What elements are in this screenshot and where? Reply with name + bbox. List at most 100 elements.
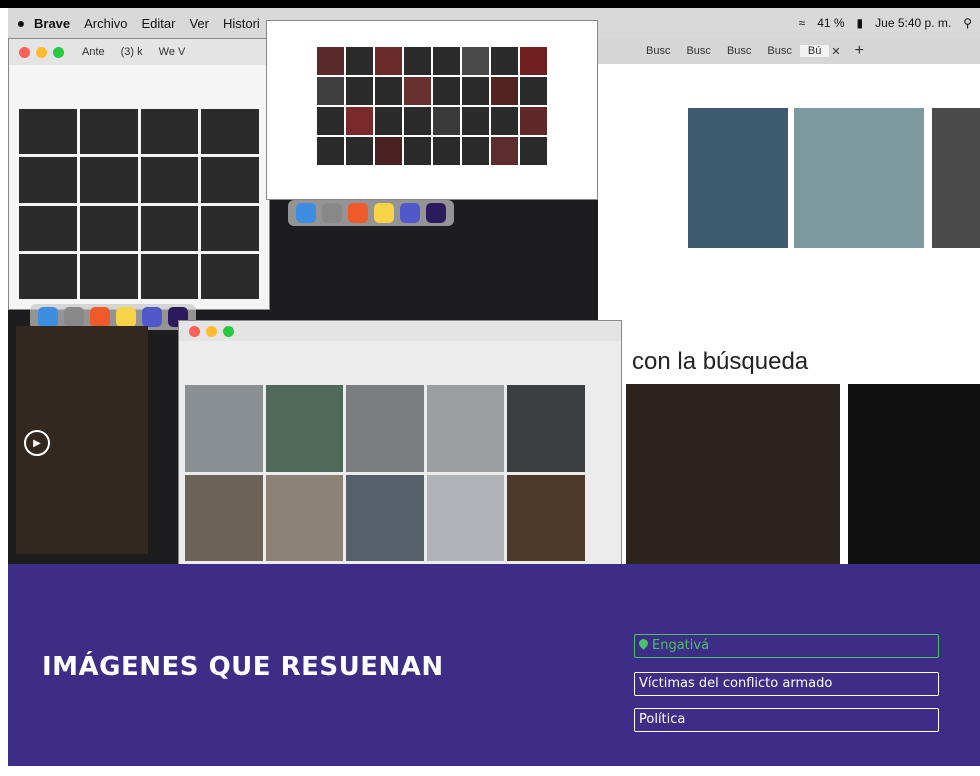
image-result[interactable] — [404, 77, 431, 105]
video-thumb[interactable] — [185, 385, 263, 472]
wifi-icon[interactable]: ≈ — [799, 16, 806, 30]
video-thumb[interactable] — [265, 385, 344, 472]
rocket-icon[interactable] — [322, 203, 342, 223]
video-thumb[interactable] — [185, 474, 263, 561]
notes-icon[interactable] — [116, 307, 136, 327]
menu-item-editar[interactable]: Editar — [142, 16, 176, 31]
video-thumb[interactable] — [346, 474, 424, 561]
video-thumb[interactable] — [201, 157, 259, 203]
image-result[interactable] — [375, 77, 402, 105]
image-result[interactable] — [346, 107, 373, 135]
notes-icon[interactable] — [374, 203, 394, 223]
video-thumb[interactable] — [507, 385, 585, 472]
image-result[interactable] — [462, 137, 489, 165]
video-thumb[interactable] — [79, 205, 138, 251]
image-result[interactable] — [462, 47, 489, 75]
new-tab-icon[interactable]: + — [855, 42, 864, 60]
image-result[interactable] — [317, 107, 344, 135]
image-result[interactable] — [520, 137, 547, 165]
rocket-icon[interactable] — [64, 307, 84, 327]
tab-we[interactable]: We V — [151, 46, 194, 58]
video-thumb[interactable] — [79, 109, 138, 155]
video-thumb[interactable] — [19, 253, 77, 299]
video-thumb[interactable] — [426, 385, 505, 472]
clock[interactable]: Jue 5:40 p. m. — [875, 16, 951, 30]
image-result[interactable] — [433, 77, 460, 105]
image-result[interactable] — [462, 77, 489, 105]
video-thumb[interactable] — [507, 474, 585, 561]
video-thumb[interactable] — [140, 205, 199, 251]
image-result[interactable] — [375, 107, 402, 135]
image-result[interactable] — [491, 47, 518, 75]
brave-icon[interactable] — [348, 203, 368, 223]
video-thumb[interactable] — [201, 253, 259, 299]
image-result[interactable] — [346, 137, 373, 165]
image-result[interactable] — [520, 47, 547, 75]
tab-search-5[interactable]: Bú — [799, 45, 830, 57]
image-result[interactable] — [317, 137, 344, 165]
image-result[interactable] — [491, 137, 518, 165]
finder-icon[interactable] — [296, 203, 316, 223]
tab-search-3[interactable]: Busc — [719, 45, 759, 57]
image-result[interactable] — [404, 137, 431, 165]
image-result[interactable] — [462, 107, 489, 135]
image-result[interactable] — [520, 107, 547, 135]
video-thumb[interactable] — [426, 474, 505, 561]
video-thumb[interactable] — [19, 109, 77, 155]
image-result[interactable] — [433, 107, 460, 135]
close-tab-icon[interactable]: ✕ — [831, 45, 840, 58]
video-frame-3[interactable] — [932, 108, 980, 248]
video-thumb[interactable] — [140, 157, 199, 203]
video-thumb[interactable] — [19, 205, 77, 251]
finder-icon[interactable] — [38, 307, 58, 327]
video-thumb[interactable] — [140, 253, 199, 299]
battery-icon[interactable]: ▮ — [857, 16, 864, 30]
image-result[interactable] — [375, 137, 402, 165]
menu-item-ver[interactable]: Ver — [189, 16, 209, 31]
video-dark-frame[interactable] — [626, 384, 840, 564]
image-result[interactable] — [317, 47, 344, 75]
menu-item-historial[interactable]: Histori — [223, 16, 260, 31]
video-frame-1[interactable] — [688, 108, 788, 248]
window-controls[interactable] — [189, 325, 234, 337]
video-thumb[interactable] — [79, 253, 138, 299]
image-result[interactable] — [317, 77, 344, 105]
image-result[interactable] — [346, 47, 373, 75]
video-thumb[interactable] — [201, 205, 259, 251]
video-thumb[interactable] — [19, 157, 77, 203]
tab-search-2[interactable]: Busc — [678, 45, 718, 57]
image-result[interactable] — [404, 47, 431, 75]
tag-politica[interactable]: Política — [634, 708, 939, 732]
apple-icon[interactable]: ● — [8, 15, 34, 31]
window-controls[interactable] — [19, 46, 64, 58]
tab-ante[interactable]: Ante — [74, 46, 113, 58]
tag-location[interactable]: Engativá — [634, 634, 939, 658]
image-result[interactable] — [375, 47, 402, 75]
tab-youtube[interactable]: (3) k — [113, 46, 151, 58]
menu-item-archivo[interactable]: Archivo — [84, 16, 127, 31]
brave-icon[interactable] — [90, 307, 110, 327]
image-result[interactable] — [520, 77, 547, 105]
image-result[interactable] — [433, 137, 460, 165]
tab-search-1[interactable]: Busc — [638, 45, 678, 57]
play-icon[interactable]: ▶ — [24, 430, 50, 456]
video-thumb[interactable] — [265, 474, 344, 561]
teams-icon[interactable] — [142, 307, 162, 327]
image-result[interactable] — [404, 107, 431, 135]
video-thumb[interactable] — [140, 109, 199, 155]
menu-item-app[interactable]: Brave — [34, 16, 70, 31]
tag-victimas[interactable]: Víctimas del conflicto armado — [634, 672, 939, 696]
teams-icon[interactable] — [400, 203, 420, 223]
image-result[interactable] — [346, 77, 373, 105]
premiere-icon[interactable] — [426, 203, 446, 223]
video-thumb[interactable] — [79, 157, 138, 203]
image-result[interactable] — [433, 47, 460, 75]
image-result[interactable] — [491, 77, 518, 105]
video-thumb[interactable] — [346, 385, 424, 472]
image-result[interactable] — [491, 107, 518, 135]
tab-search-4[interactable]: Busc — [759, 45, 799, 57]
video-frame-2[interactable] — [794, 108, 924, 248]
video-black-frame[interactable] — [848, 384, 980, 564]
video-thumb[interactable] — [201, 109, 259, 155]
search-icon[interactable]: ⚲ — [963, 16, 972, 30]
